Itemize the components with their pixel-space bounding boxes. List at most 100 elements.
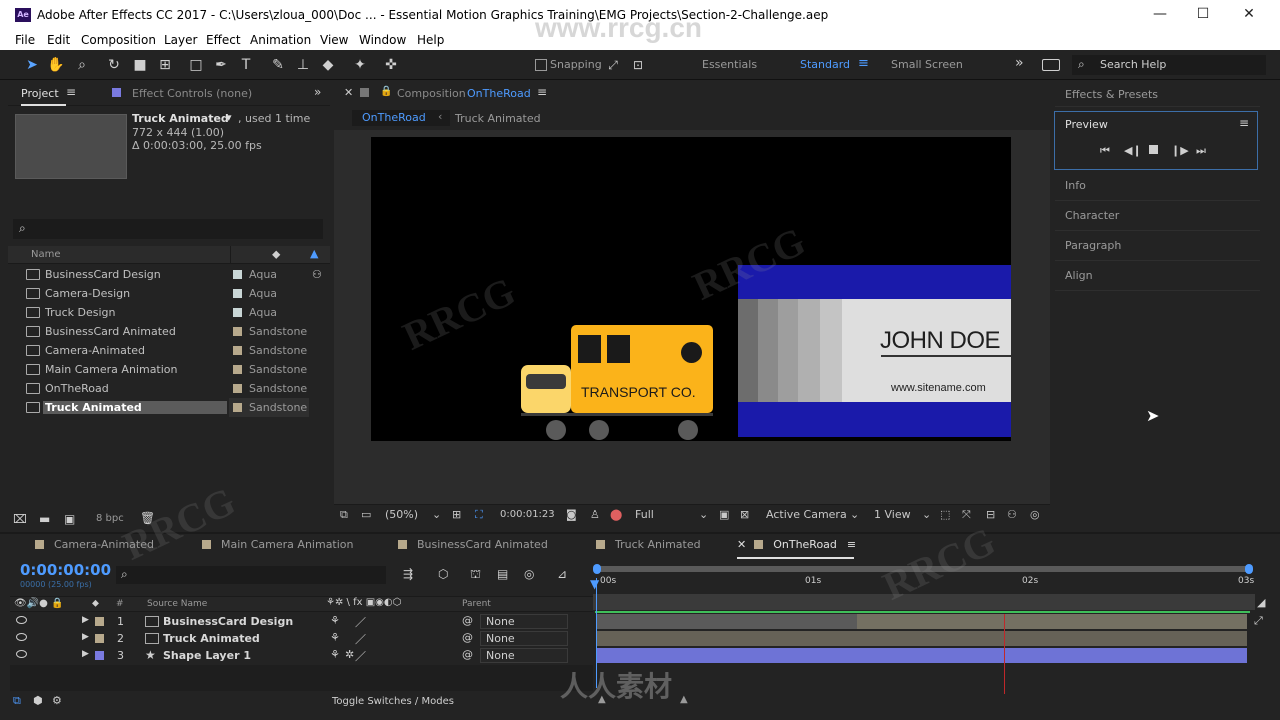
expand-in-out-icon[interactable]: ⚙ [52,694,62,707]
pen-tool-icon[interactable]: ✒ [211,55,231,75]
align-panel[interactable]: Align [1065,269,1093,282]
quality-switch-icon[interactable]: ／ [355,631,366,647]
menu-effect[interactable]: Effect [206,33,241,47]
toggle-switches-modes-button[interactable]: Toggle Switches / Modes [332,696,454,707]
expand-arrow-icon[interactable]: ▶ [82,615,89,625]
project-search-input[interactable]: ⌕ [13,219,323,239]
menu-view[interactable]: View [320,33,348,47]
switches-header-icon[interactable]: ⚘✲ \ fx ▣◉◐⬡ [326,597,401,608]
layer-bar[interactable] [857,614,1247,629]
breadcrumb-ontheroad[interactable]: OnTheRoad ‹ [352,110,450,126]
panel-expand-icon[interactable]: » [314,85,321,99]
workspace-essentials[interactable]: Essentials [702,58,757,71]
next-frame-icon[interactable]: ❙▶ [1171,144,1189,157]
expand-arrow-icon[interactable]: ▶ [82,632,89,642]
collapse-switch-icon[interactable]: ✲ [345,648,354,661]
pick-whip-icon[interactable]: @ [462,614,473,627]
col-layer-number[interactable]: # [116,599,124,609]
menu-help[interactable]: Help [417,33,444,47]
last-frame-icon[interactable]: ⏭ [1196,144,1206,158]
project-item[interactable]: Truck Design Aqua [23,303,323,322]
timeline-tab-ontheroad[interactable]: ✕ OnTheRoad ≡ [737,538,856,551]
transparency-grid-icon[interactable]: ⊠ [740,508,749,521]
layer-bar-trimmed[interactable] [597,614,857,629]
layer-nav-icon[interactable]: ⤢ [1254,614,1263,628]
quality-switch-icon[interactable]: ／ [355,614,366,630]
safe-zones-icon[interactable]: ⊞ [452,508,461,521]
sort-arrow-icon[interactable]: ▲ [310,247,318,260]
parent-select[interactable]: None [480,614,568,629]
hand-tool-icon[interactable]: ✋ [46,55,66,75]
view-layout-select[interactable]: 1 View [874,508,911,521]
menu-file[interactable]: File [15,33,35,47]
show-snapshot-icon[interactable]: ♙ [590,508,600,521]
composition-canvas[interactable]: JOHN DOE www.sitename.com TRANSPORT CO. [371,137,1011,441]
toggle-pixel-aspect-icon[interactable]: ⬚ [940,508,950,521]
label-swatch[interactable] [233,384,242,393]
selected-item-dropdown-icon[interactable]: ▾ [226,111,232,124]
hide-shy-layers-icon[interactable]: ⛫ [470,567,481,583]
tab-effect-controls[interactable]: Effect Controls (none) [132,87,252,100]
label-swatch[interactable] [95,634,104,643]
label-swatch[interactable] [95,651,104,660]
info-panel[interactable]: Info [1065,179,1086,192]
project-menu-icon[interactable]: ≡ [66,85,76,99]
project-item[interactable]: BusinessCard Animated Sandstone [23,322,323,341]
chevron-down-icon[interactable]: ⌄ [699,508,708,521]
menu-animation[interactable]: Animation [250,33,311,47]
frame-blending-icon[interactable]: ▤ [497,567,508,581]
menu-composition[interactable]: Composition [81,33,156,47]
label-tag-icon[interactable]: ⬥ [92,598,99,609]
rotate-tool-icon[interactable]: ↻ [104,55,124,75]
layer-row[interactable]: ▶ 1 BusinessCard Design ⚘ ／ @ None [10,614,590,631]
mask-visibility-icon[interactable]: ⛶ [475,508,483,522]
brush-tool-icon[interactable]: ✎ [268,55,288,75]
color-channels-icon[interactable]: ⬤ [610,508,622,521]
breadcrumb-truck-animated[interactable]: Truck Animated [455,112,541,125]
chevron-down-icon[interactable]: ⌄ [850,508,859,521]
work-area-start-handle[interactable] [593,564,601,574]
parent-select[interactable]: None [480,631,568,646]
bit-depth-button[interactable]: 8 bpc [96,513,124,524]
label-swatch[interactable] [233,346,242,355]
minimize-button[interactable]: — [1150,6,1170,24]
tab-project[interactable]: Project [21,87,59,100]
zoom-tool-icon[interactable]: ⌕ [72,55,92,75]
reset-exposure-icon[interactable]: ◎ [1030,508,1040,521]
zoom-slider-icon[interactable]: ◢ [1257,596,1265,609]
project-item[interactable]: BusinessCard Design Aqua [23,265,323,284]
workspace-small-screen[interactable]: Small Screen [891,58,963,71]
label-swatch[interactable] [233,270,242,279]
pan-behind-tool-icon[interactable]: ⊞ [155,55,175,75]
workspace-standard[interactable]: Standard [800,58,850,71]
expand-transfer-controls-icon[interactable]: ⬢ [33,694,43,707]
expand-layer-switches-icon[interactable]: ⧉ [13,694,21,708]
layer-bar[interactable] [597,631,1247,646]
shy-switch-icon[interactable]: ⚘ [330,631,340,644]
col-source-name[interactable]: Source Name [147,599,207,609]
roto-brush-tool-icon[interactable]: ✦ [350,55,370,75]
label-tag-icon[interactable]: ⬥ [272,247,280,262]
interpret-footage-icon[interactable]: ⌧ [13,512,27,526]
snapshot-camera-icon[interactable]: ◙ [566,508,577,521]
timeline-tab-truck-animated[interactable]: Truck Animated [596,538,701,551]
sync-settings-icon[interactable] [1042,59,1060,71]
timeline-search-input[interactable]: ⌕ [116,566,386,584]
camera-tool-icon[interactable]: ■ [130,55,150,75]
label-swatch[interactable] [233,308,242,317]
col-name[interactable]: Name [31,249,61,260]
flowchart-icon[interactable]: ⚇ [312,268,322,281]
timeline-tab-businesscard-animated[interactable]: BusinessCard Animated [398,538,548,551]
flowchart-icon[interactable]: ⚇ [1007,508,1017,521]
menu-window[interactable]: Window [359,33,406,47]
region-of-interest-icon[interactable]: ▣ [719,508,729,521]
graph-editor-icon[interactable]: ⊿ [557,567,567,581]
project-item[interactable]: Camera-Animated Sandstone [23,341,323,360]
label-swatch[interactable] [233,403,242,412]
av-features-icon[interactable]: 👁🔊● 🔒 [14,598,64,609]
label-swatch[interactable] [233,365,242,374]
close-button[interactable]: ✕ [1239,6,1259,24]
project-item-selected[interactable]: Truck Animated Sandstone [23,398,323,417]
visibility-eye-icon[interactable] [16,650,27,658]
more-workspaces-icon[interactable]: » [1015,55,1024,71]
